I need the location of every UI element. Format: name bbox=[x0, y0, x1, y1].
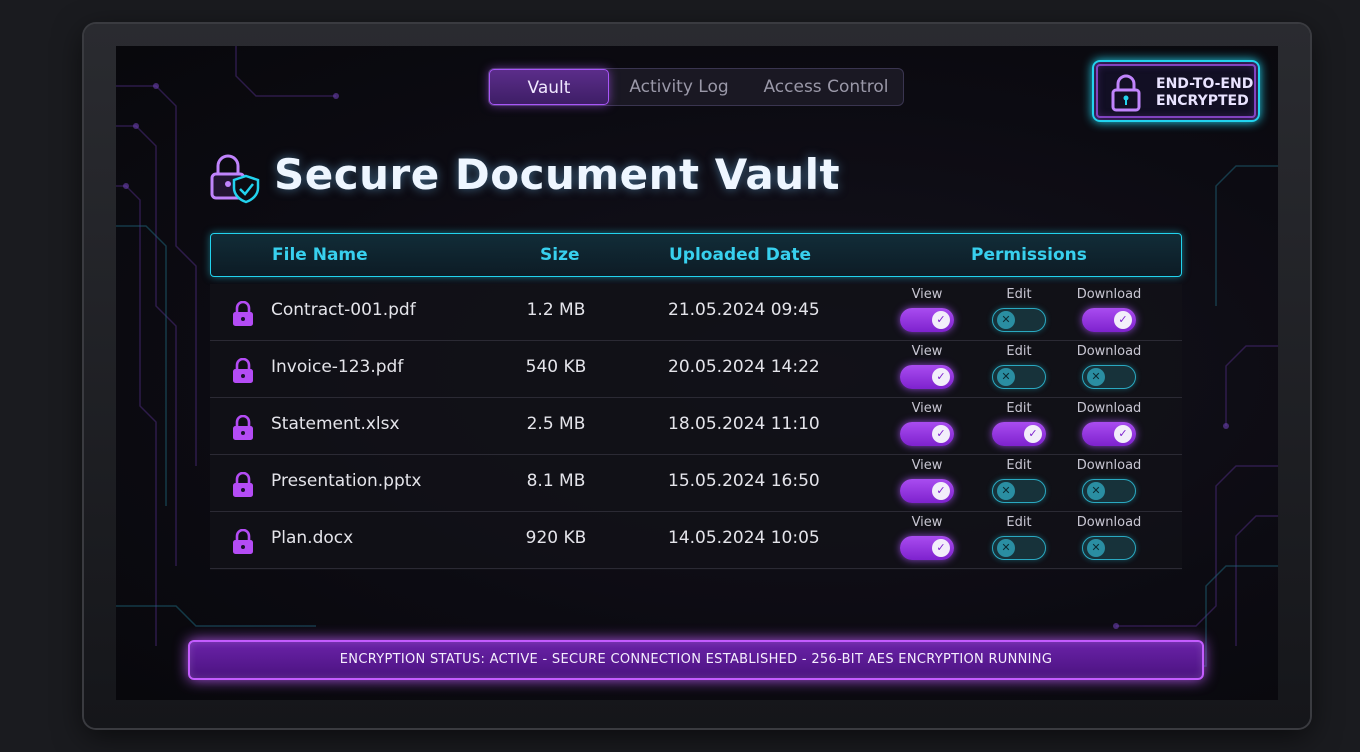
download-permission-toggle[interactable]: ✕ bbox=[1082, 365, 1136, 389]
permission-label-edit: Edit bbox=[1006, 401, 1032, 416]
file-size: 920 KB bbox=[525, 528, 587, 548]
tab-activity-log[interactable]: Activity Log bbox=[609, 69, 749, 105]
x-icon: ✕ bbox=[997, 482, 1015, 500]
check-icon: ✓ bbox=[932, 311, 950, 329]
permission-label-edit: Edit bbox=[1006, 287, 1032, 302]
check-icon: ✓ bbox=[932, 368, 950, 386]
file-name[interactable]: Contract-001.pdf bbox=[271, 284, 416, 341]
permission-label-view: View bbox=[911, 458, 943, 473]
table-row[interactable]: Statement.xlsx 2.5 MB 18.05.2024 11:10 View… bbox=[210, 398, 1182, 455]
x-icon: ✕ bbox=[1087, 482, 1105, 500]
file-lock-icon bbox=[233, 472, 253, 497]
encryption-badge: END-TO-END ENCRYPTED bbox=[1092, 60, 1260, 122]
file-lock-icon bbox=[233, 415, 253, 440]
uploaded-date: 18.05.2024 11:10 bbox=[668, 414, 820, 434]
file-name[interactable]: Presentation.pptx bbox=[271, 455, 421, 512]
x-icon: ✕ bbox=[997, 311, 1015, 329]
file-size: 1.2 MB bbox=[526, 300, 586, 320]
download-permission-toggle[interactable]: ✕ bbox=[1082, 479, 1136, 503]
badge-line-2: ENCRYPTED bbox=[1156, 93, 1249, 109]
permission-label-download: Download bbox=[1076, 287, 1142, 302]
table-row[interactable]: Contract-001.pdf 1.2 MB 21.05.2024 09:45 Vi… bbox=[210, 284, 1182, 341]
download-permission-toggle[interactable]: ✓ bbox=[1082, 308, 1136, 332]
table-row[interactable]: Presentation.pptx 8.1 MB 15.05.2024 16:50 V… bbox=[210, 455, 1182, 512]
permission-label-download: Download bbox=[1076, 401, 1142, 416]
tab-access-control[interactable]: Access Control bbox=[749, 69, 903, 105]
check-icon: ✓ bbox=[932, 425, 950, 443]
check-icon: ✓ bbox=[932, 539, 950, 557]
view-permission-toggle[interactable]: ✓ bbox=[900, 479, 954, 503]
permission-label-view: View bbox=[911, 515, 943, 530]
x-icon: ✕ bbox=[1087, 539, 1105, 557]
edit-permission-toggle[interactable]: ✓ bbox=[992, 422, 1046, 446]
file-lock-icon bbox=[233, 358, 253, 383]
lock-shield-icon bbox=[210, 154, 260, 204]
page-title: Secure Document Vault bbox=[274, 150, 841, 199]
status-bar: ENCRYPTION STATUS: ACTIVE - SECURE CONNE… bbox=[188, 640, 1204, 680]
view-permission-toggle[interactable]: ✓ bbox=[900, 536, 954, 560]
view-permission-toggle[interactable]: ✓ bbox=[900, 365, 954, 389]
permission-label-download: Download bbox=[1076, 458, 1142, 473]
view-permission-toggle[interactable]: ✓ bbox=[900, 422, 954, 446]
column-header-size[interactable]: Size bbox=[540, 234, 580, 276]
column-header-uploaded-date[interactable]: Uploaded Date bbox=[669, 234, 811, 276]
file-size: 2.5 MB bbox=[526, 414, 586, 434]
table-header: File Name Size Uploaded Date Permissions bbox=[210, 233, 1182, 277]
uploaded-date: 21.05.2024 09:45 bbox=[668, 300, 820, 320]
permission-label-download: Download bbox=[1076, 344, 1142, 359]
permission-label-view: View bbox=[911, 401, 943, 416]
permission-label-view: View bbox=[911, 344, 943, 359]
uploaded-date: 15.05.2024 16:50 bbox=[668, 471, 820, 491]
uploaded-date: 14.05.2024 10:05 bbox=[668, 528, 820, 548]
permission-label-download: Download bbox=[1076, 515, 1142, 530]
edit-permission-toggle[interactable]: ✕ bbox=[992, 365, 1046, 389]
view-permission-toggle[interactable]: ✓ bbox=[900, 308, 954, 332]
file-name[interactable]: Plan.docx bbox=[271, 512, 353, 569]
tab-bar: Vault Activity Log Access Control bbox=[488, 68, 904, 106]
download-permission-toggle[interactable]: ✓ bbox=[1082, 422, 1136, 446]
x-icon: ✕ bbox=[997, 539, 1015, 557]
check-icon: ✓ bbox=[1024, 425, 1042, 443]
permission-label-edit: Edit bbox=[1006, 344, 1032, 359]
tab-vault[interactable]: Vault bbox=[489, 69, 609, 105]
table-row[interactable]: Invoice-123.pdf 540 KB 20.05.2024 14:22 Vie… bbox=[210, 341, 1182, 398]
file-size: 8.1 MB bbox=[526, 471, 586, 491]
file-name[interactable]: Invoice-123.pdf bbox=[271, 341, 403, 398]
check-icon: ✓ bbox=[1114, 425, 1132, 443]
check-icon: ✓ bbox=[932, 482, 950, 500]
badge-line-1: END-TO-END bbox=[1156, 76, 1254, 92]
x-icon: ✕ bbox=[997, 368, 1015, 386]
file-size: 540 KB bbox=[525, 357, 587, 377]
edit-permission-toggle[interactable]: ✕ bbox=[992, 536, 1046, 560]
x-icon: ✕ bbox=[1087, 368, 1105, 386]
check-icon: ✓ bbox=[1114, 311, 1132, 329]
uploaded-date: 20.05.2024 14:22 bbox=[668, 357, 820, 377]
file-lock-icon bbox=[233, 301, 253, 326]
badge-label: END-TO-END ENCRYPTED bbox=[1156, 76, 1256, 110]
permission-label-edit: Edit bbox=[1006, 515, 1032, 530]
table-row[interactable]: Plan.docx 920 KB 14.05.2024 10:05 View ✓ Edit… bbox=[210, 512, 1182, 569]
lock-icon bbox=[1111, 74, 1141, 112]
file-table: Contract-001.pdf 1.2 MB 21.05.2024 09:45 Vi… bbox=[210, 284, 1182, 570]
edit-permission-toggle[interactable]: ✕ bbox=[992, 479, 1046, 503]
status-text: ENCRYPTION STATUS: ACTIVE - SECURE CONNE… bbox=[339, 652, 1053, 667]
column-header-file-name[interactable]: File Name bbox=[272, 234, 368, 276]
download-permission-toggle[interactable]: ✕ bbox=[1082, 536, 1136, 560]
edit-permission-toggle[interactable]: ✕ bbox=[992, 308, 1046, 332]
column-header-permissions: Permissions bbox=[971, 245, 1087, 265]
file-lock-icon bbox=[233, 529, 253, 554]
screen: Vault Activity Log Access Control END-TO… bbox=[116, 46, 1278, 700]
permission-label-edit: Edit bbox=[1006, 458, 1032, 473]
file-name[interactable]: Statement.xlsx bbox=[271, 398, 400, 455]
permission-label-view: View bbox=[911, 287, 943, 302]
